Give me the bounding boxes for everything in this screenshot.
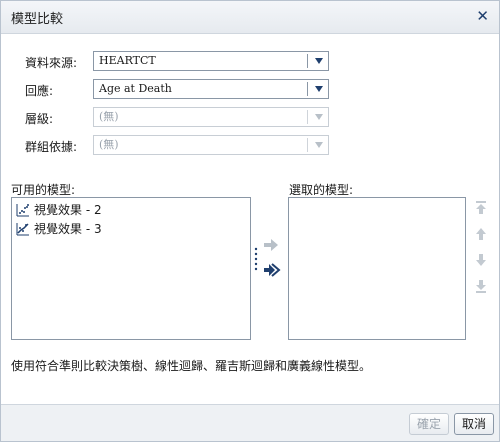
response-select[interactable]: Age at Death [93, 79, 329, 99]
data-source-label: 資料來源: [25, 56, 78, 70]
select-divider [307, 138, 308, 152]
level-label: 層級: [25, 112, 54, 126]
move-right-icon [264, 239, 278, 251]
model-comparison-dialog: 模型比較 ✕ 資料來源: HEARTCT 回應: Age at Death 層級… [0, 0, 500, 442]
chevron-down-icon[interactable] [315, 86, 323, 92]
ok-button[interactable]: 確定 [409, 413, 449, 435]
level-select: (無) [93, 107, 329, 127]
chevron-down-icon[interactable] [315, 58, 323, 64]
move-top-icon [476, 201, 486, 214]
description-text: 使用符合準則比較決策樹、線性迴歸、羅吉斯迴歸和廣義線性模型。 [11, 359, 372, 373]
available-models-label: 可用的模型: [11, 183, 76, 197]
selected-models-label: 選取的模型: [289, 183, 354, 197]
response-value: Age at Death [99, 82, 172, 95]
regression-plot-icon [16, 223, 29, 236]
scatter-plot-icon [16, 204, 29, 217]
response-label: 回應: [25, 84, 54, 98]
select-divider [307, 110, 308, 124]
move-all-right-icon[interactable] [263, 263, 281, 277]
chevron-down-icon [315, 114, 323, 120]
available-models-list[interactable]: 視覺效果 - 2 視覺效果 - 3 [11, 197, 251, 340]
list-item-label: 視覺效果 - 3 [34, 222, 102, 236]
data-source-select[interactable]: HEARTCT [93, 51, 329, 71]
cancel-button[interactable]: 取消 [454, 413, 494, 435]
chevron-down-icon [315, 142, 323, 148]
dialog-title: 模型比較 [11, 12, 64, 27]
level-value: (無) [99, 110, 119, 123]
group-by-value: (無) [99, 138, 119, 151]
group-by-label: 群組依據: [25, 140, 78, 154]
list-item-label: 視覺效果 - 2 [34, 203, 102, 217]
data-source-value: HEARTCT [99, 54, 156, 67]
move-up-icon [476, 228, 486, 240]
group-by-select: (無) [93, 135, 329, 155]
select-divider [307, 54, 308, 68]
move-bottom-icon [476, 280, 486, 293]
select-divider [307, 82, 308, 96]
close-icon[interactable]: ✕ [476, 7, 489, 25]
move-down-icon [476, 254, 486, 266]
selected-models-list[interactable] [288, 197, 466, 340]
dialog-titlebar: 模型比較 ✕ [1, 1, 499, 34]
drag-handle-icon[interactable] [253, 246, 259, 278]
